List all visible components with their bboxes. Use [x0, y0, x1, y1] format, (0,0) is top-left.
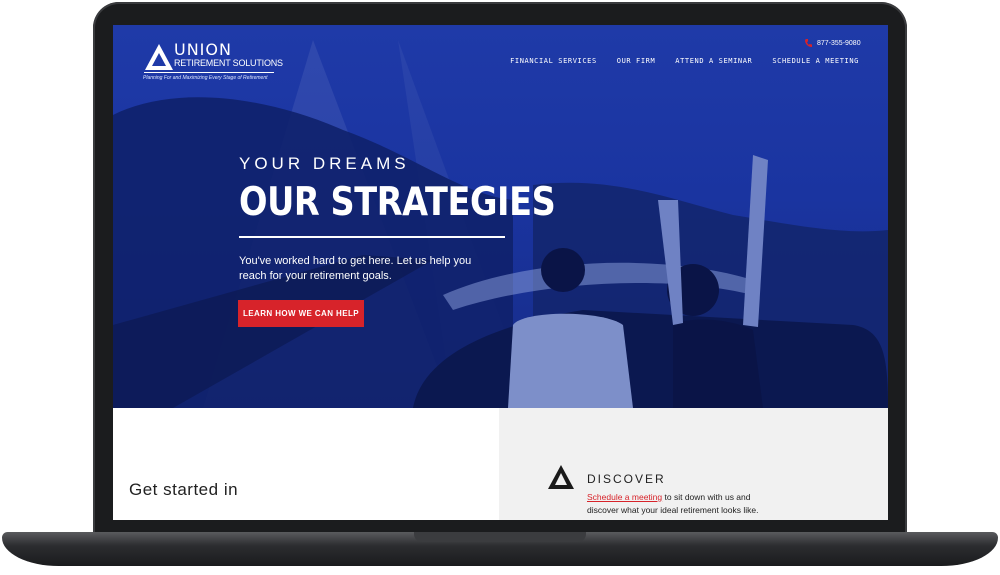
discover-text: Schedule a meeting to sit down with us a…: [587, 491, 767, 517]
hero-body-text: You've worked hard to get here. Let us h…: [239, 255, 472, 282]
laptop-notch: [414, 532, 586, 542]
discover-mark-icon: [548, 465, 574, 489]
main-nav: FINANCIAL SERVICES OUR FIRM ATTEND A SEM…: [510, 57, 859, 65]
nav-attend-seminar[interactable]: ATTEND A SEMINAR: [675, 57, 752, 65]
hero-section: UNION RETIREMENT SOLUTIONS Planning For …: [113, 25, 888, 408]
hero-eyebrow: YOUR DREAMS: [239, 154, 410, 173]
hero-divider: [239, 236, 505, 238]
discover-title: DISCOVER: [587, 472, 666, 486]
phone-number: 877-355-9080: [817, 39, 861, 47]
schedule-meeting-link[interactable]: Schedule a meeting: [587, 492, 662, 502]
hero-headline: OUR STRATEGIES: [239, 180, 556, 225]
logo-tagline: Planning For and Maximizing Every Stage …: [143, 75, 268, 81]
phone-icon: [805, 39, 812, 47]
nav-financial-services[interactable]: FINANCIAL SERVICES: [510, 57, 597, 65]
nav-schedule-meeting[interactable]: SCHEDULE A MEETING: [772, 57, 859, 65]
website-screen: UNION RETIREMENT SOLUTIONS Planning For …: [113, 25, 888, 520]
phone-link[interactable]: 877-355-9080: [805, 39, 861, 47]
union-logo[interactable]: UNION RETIREMENT SOLUTIONS Planning For …: [143, 41, 283, 87]
nav-our-firm[interactable]: OUR FIRM: [617, 57, 656, 65]
get-started-heading: Get started in: [129, 480, 239, 499]
learn-more-button[interactable]: LEARN HOW WE CAN HELP: [238, 300, 364, 327]
union-logo-mark: [145, 44, 173, 70]
intro-panel: [113, 408, 499, 520]
logo-word: UNION: [174, 40, 232, 59]
logo-subtitle: RETIREMENT SOLUTIONS: [174, 58, 283, 68]
logo-divider: [144, 72, 274, 73]
